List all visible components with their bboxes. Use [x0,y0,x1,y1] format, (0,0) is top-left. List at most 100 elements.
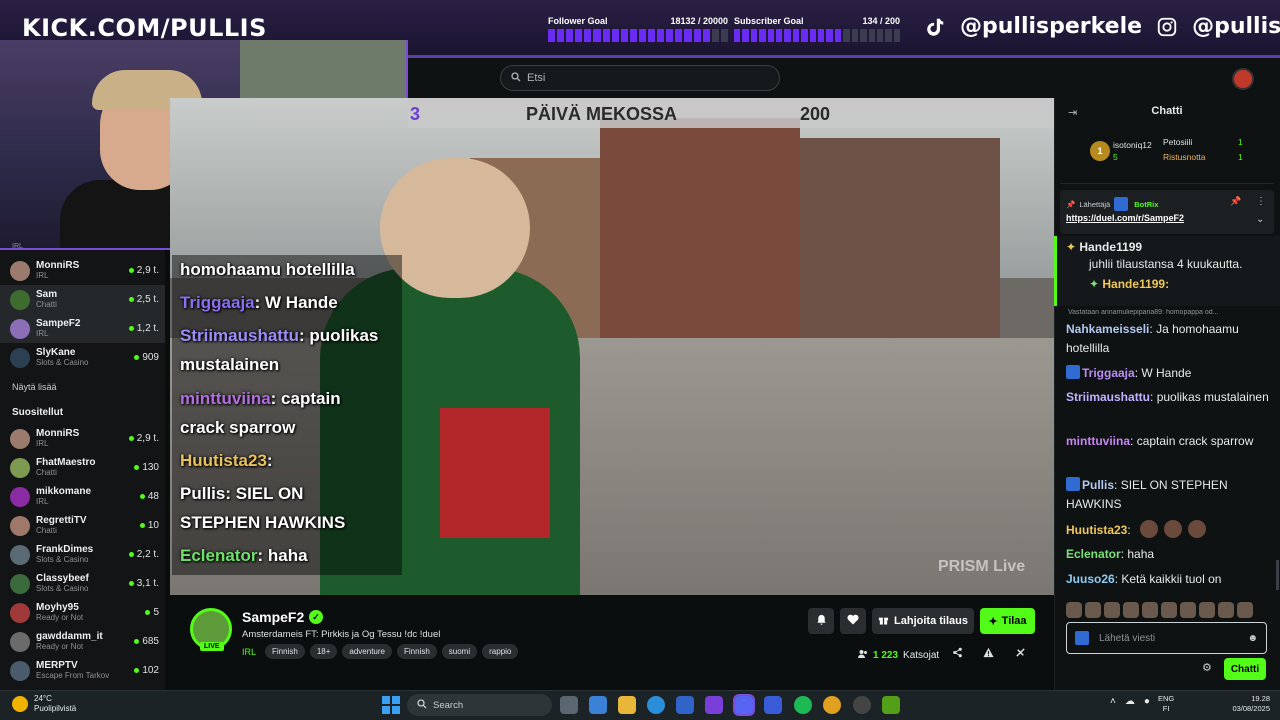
channel-name[interactable]: SampeF2 [242,609,304,625]
more-options-icon[interactable]: ⋮ [1256,196,1266,207]
emote-icon[interactable] [1199,602,1215,618]
cloud-icon[interactable]: ☁ [1125,696,1135,707]
copilot-icon[interactable] [589,696,607,714]
chat-input[interactable]: Lähetä viesti ☻ [1066,622,1267,654]
stream-category[interactable]: IRL [242,647,256,657]
app-icon[interactable] [764,696,782,714]
notification-bell-button[interactable] [808,608,834,634]
unpin-icon[interactable]: 📌 [1230,196,1241,207]
chat-message[interactable]: Eclenator: haha [1066,545,1272,564]
chat-username[interactable]: Nahkameisseli [1066,322,1149,336]
stream-tag[interactable]: adventure [342,644,392,659]
sidebar-channel-item[interactable]: Sam Chatti 2,5 t. [0,285,165,314]
sidebar-channel-item[interactable]: gawddamm_it Ready or Not 685 [0,627,165,656]
chat-message[interactable]: Nahkameisseli: Ja homohaamu hotellilla [1066,320,1272,358]
taskbar-clock[interactable]: 19.28 03/08/2025 [1224,694,1270,714]
chat-title: Chatti [1151,105,1183,117]
chevron-down-icon[interactable]: ⌄ [1256,214,1264,225]
overlay-chat-line: homohaamu hotellilla [180,260,355,280]
clip-icon[interactable] [1015,647,1026,661]
send-chat-button[interactable]: Chatti [1224,658,1266,680]
show-more-link[interactable]: Näytä lisää [12,382,57,392]
stream-tag[interactable]: rappio [482,644,519,659]
emote-icon[interactable] [1161,602,1177,618]
weather-desc: Puolipilvistä [34,704,77,713]
stream-tag[interactable]: 18+ [309,644,338,659]
discord-icon[interactable] [733,694,755,716]
goal-bar-segment [693,29,701,42]
overlay-chat-line: crack sparrow [180,418,295,438]
sidebar-channel-item[interactable]: MonniRS IRL 2,9 t. [0,424,165,453]
sidebar-channel-item[interactable]: MERPTV Escape From Tarkov 102 [0,656,165,685]
sidebar-channel-item[interactable]: mikkomane IRL 48 [0,482,165,511]
chat-username[interactable]: minttuviina [1066,434,1130,448]
chat-message[interactable]: Triggaaja: W Hande [1066,364,1272,383]
report-icon[interactable] [983,647,994,661]
emoji-icon[interactable]: ☻ [1247,633,1258,644]
search-input[interactable]: Etsi [500,65,780,91]
app-icon[interactable] [882,696,900,714]
subscribe-button[interactable]: ✦ Tilaa [980,608,1035,634]
emote-icon[interactable] [1085,602,1101,618]
emote-icon[interactable] [1123,602,1139,618]
file-explorer-icon[interactable] [618,696,636,714]
weather-widget[interactable]: 24°C Puolipilvistä [12,694,76,714]
chevron-up-icon[interactable]: ˄ [1110,696,1116,707]
sidebar-channel-item[interactable]: Classybeef Slots & Casino 3,1 t. [0,569,165,598]
chat-username[interactable]: Eclenator [1066,547,1121,561]
windows-start-icon[interactable] [382,696,400,714]
sidebar-channel-item[interactable]: SlyKane Slots & Casino 909 [0,343,165,372]
follower-goal: Follower Goal 18132 / 20000 [548,16,728,42]
chat-username[interactable]: Juuso26 [1066,572,1115,586]
chat-username[interactable]: Triggaaja [1082,366,1135,380]
sidebar-channel-item[interactable]: FrankDimes Slots & Casino 2,2 t. [0,540,165,569]
sidebar-channel-item[interactable]: RegrettiTV Chatti 10 [0,511,165,540]
sidebar-channel-item[interactable]: FhatMaestro Chatti 130 [0,453,165,482]
app-icon[interactable] [705,696,723,714]
pinned-link[interactable]: https://duel.com/r/SampeF2 [1066,213,1184,223]
settings-gear-icon[interactable]: ⚙ [1202,661,1212,674]
emote-icon[interactable] [1142,602,1158,618]
microphone-icon[interactable]: ● [1144,696,1150,707]
emote-icon[interactable] [1218,602,1234,618]
sidebar-channel-item[interactable]: Moyhy95 Ready or Not 5 [0,598,165,627]
spotify-icon[interactable] [794,696,812,714]
follow-heart-button[interactable] [840,608,866,634]
stream-tag[interactable]: Finnish [396,644,437,659]
chrome-icon[interactable] [823,696,841,714]
chat-message[interactable]: Striimaushattu: puolikas mustalainen [1066,388,1272,407]
chat-scrollbar[interactable] [1276,560,1279,590]
user-avatar[interactable] [1232,68,1254,90]
chat-message[interactable]: Huutista23: [1066,520,1272,540]
sidebar-viewer-count: 5 [145,607,159,618]
sidebar-channel-item[interactable]: MonniRS IRL 2,9 t. [0,256,165,285]
share-icon[interactable] [952,647,963,661]
emote-icon[interactable] [1066,602,1082,618]
overlay-chat-line: Huutista23: [180,451,273,471]
sidebar-channel-item[interactable]: SampeF2 IRL 1,2 t. [0,314,165,343]
goal-bar-segment [893,29,901,42]
store-icon[interactable] [676,696,694,714]
chat-message[interactable]: Juuso26: Ketä kaikkii tuol on [1066,570,1272,589]
language-indicator[interactable]: ENG FI [1158,694,1174,714]
gift-subscription-button[interactable]: Lahjoita tilaus [872,608,974,634]
leaderboard-third-name: Ristusnotta [1163,152,1206,162]
emote-icon[interactable] [1180,602,1196,618]
chat-text: haha [1127,547,1155,561]
emote-icon[interactable] [1237,602,1253,618]
chat-username[interactable]: Pullis [1082,478,1114,492]
obs-icon[interactable] [853,696,871,714]
stream-tag[interactable]: Finnish [265,644,305,659]
emote-bar[interactable] [1066,602,1253,618]
chat-username[interactable]: Striimaushattu [1066,390,1150,404]
taskbar-search[interactable]: Search [407,694,552,716]
emote-icon[interactable] [1104,602,1120,618]
edge-icon[interactable] [647,696,665,714]
goal-bar-segment [860,29,867,42]
chat-message[interactable]: minttuviina: captain crack sparrow [1066,432,1272,451]
stream-tag[interactable]: suomi [441,644,478,659]
chat-username[interactable]: Huutista23 [1066,523,1127,537]
task-view-icon[interactable] [560,696,578,714]
chat-message[interactable]: Pullis: SIEL ON STEPHEN HAWKINS [1066,476,1272,514]
sidebar-channel-category: Ready or Not [36,612,84,622]
